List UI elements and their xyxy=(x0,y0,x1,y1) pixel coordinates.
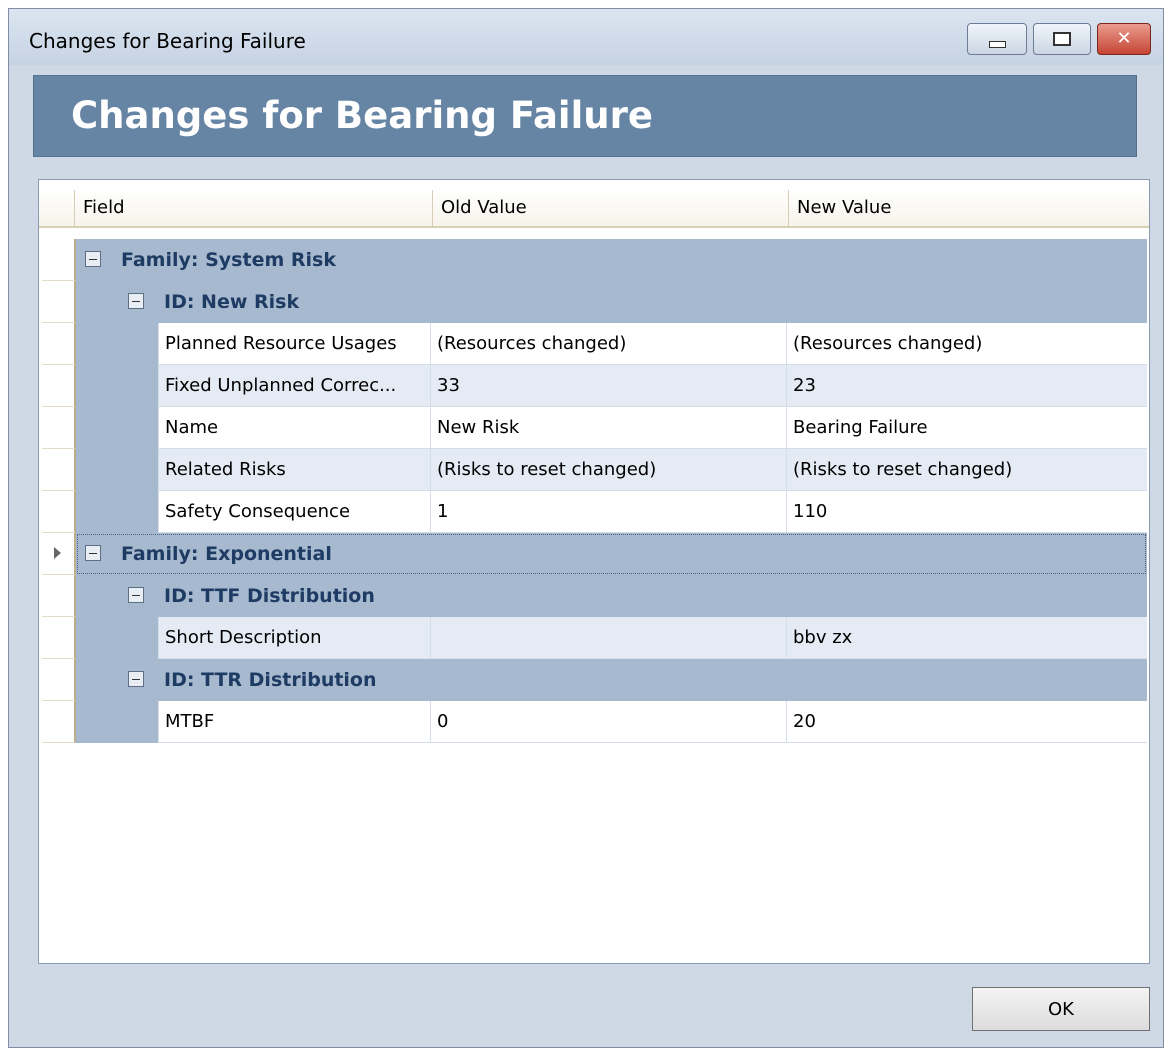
new-value-cell[interactable]: (Risks to reset changed) xyxy=(786,449,1147,491)
column-header-old-value[interactable]: Old Value xyxy=(432,190,788,226)
indent-band xyxy=(76,659,116,701)
new-value-cell[interactable]: (Resources changed) xyxy=(786,323,1147,365)
group-header[interactable]: ID: TTR Distribution xyxy=(116,659,1147,701)
collapse-icon[interactable] xyxy=(85,545,101,561)
new-value-cell[interactable]: 20 xyxy=(786,701,1147,743)
old-value-cell[interactable] xyxy=(430,617,786,659)
indent-band xyxy=(76,323,158,365)
maximize-button[interactable] xyxy=(1033,23,1091,55)
row-selector-header xyxy=(39,190,74,226)
changes-grid: Field Old Value New Value Family: System… xyxy=(38,179,1150,964)
group-label: ID: TTF Distribution xyxy=(164,585,375,607)
group-label: Family: System Risk xyxy=(121,249,336,271)
group-row-id[interactable]: ID: New Risk xyxy=(39,281,1147,323)
dialog-window: Changes for Bearing Failure ✕ Changes fo… xyxy=(8,8,1164,1048)
field-cell[interactable]: Fixed Unplanned Correc... xyxy=(158,365,430,407)
indent-band xyxy=(76,701,158,743)
table-row[interactable]: MTBF 0 20 xyxy=(39,701,1147,743)
row-selector[interactable] xyxy=(42,617,76,659)
row-selector[interactable] xyxy=(42,659,76,701)
minimize-button[interactable] xyxy=(967,23,1027,55)
indent-band xyxy=(76,281,116,323)
maximize-icon xyxy=(1053,32,1071,46)
indent-band xyxy=(76,575,116,617)
collapse-icon[interactable] xyxy=(85,251,101,267)
row-selector[interactable] xyxy=(42,239,76,281)
row-selector[interactable] xyxy=(42,407,76,449)
old-value-cell[interactable]: (Resources changed) xyxy=(430,323,786,365)
group-label: Family: Exponential xyxy=(121,543,332,565)
old-value-cell[interactable]: New Risk xyxy=(430,407,786,449)
group-header[interactable]: Family: System Risk xyxy=(76,239,1147,281)
column-header-new-value[interactable]: New Value xyxy=(788,190,1149,226)
current-row-arrow-icon xyxy=(54,547,61,559)
field-cell[interactable]: MTBF xyxy=(158,701,430,743)
new-value-cell[interactable]: Bearing Failure xyxy=(786,407,1147,449)
title-bar[interactable]: Changes for Bearing Failure ✕ xyxy=(9,9,1163,65)
collapse-icon[interactable] xyxy=(128,293,144,309)
table-row[interactable]: Name New Risk Bearing Failure xyxy=(39,407,1147,449)
old-value-cell[interactable]: 33 xyxy=(430,365,786,407)
column-header-field[interactable]: Field xyxy=(74,190,432,226)
collapse-icon[interactable] xyxy=(128,671,144,687)
field-cell[interactable]: Safety Consequence xyxy=(158,491,430,533)
group-label: ID: New Risk xyxy=(164,291,300,313)
row-selector[interactable] xyxy=(42,365,76,407)
ok-button[interactable]: OK xyxy=(972,987,1150,1031)
old-value-cell[interactable]: 1 xyxy=(430,491,786,533)
new-value-cell[interactable]: bbv zx xyxy=(786,617,1147,659)
table-row[interactable]: Fixed Unplanned Correc... 33 23 xyxy=(39,365,1147,407)
table-row[interactable]: Short Description bbv zx xyxy=(39,617,1147,659)
indent-band xyxy=(76,407,158,449)
group-row-id[interactable]: ID: TTF Distribution xyxy=(39,575,1147,617)
new-value-cell[interactable]: 23 xyxy=(786,365,1147,407)
row-selector[interactable] xyxy=(42,575,76,617)
collapse-icon[interactable] xyxy=(128,587,144,603)
group-header[interactable]: ID: New Risk xyxy=(116,281,1147,323)
header-banner: Changes for Bearing Failure xyxy=(33,75,1137,157)
column-header-row: Field Old Value New Value xyxy=(39,190,1149,228)
indent-band xyxy=(76,617,158,659)
row-selector[interactable] xyxy=(42,701,76,743)
table-row[interactable]: Planned Resource Usages (Resources chang… xyxy=(39,323,1147,365)
indent-band xyxy=(76,365,158,407)
group-row-family[interactable]: Family: Exponential xyxy=(39,533,1147,575)
group-row-family[interactable]: Family: System Risk xyxy=(39,239,1147,281)
group-header[interactable]: ID: TTF Distribution xyxy=(116,575,1147,617)
group-row-id[interactable]: ID: TTR Distribution xyxy=(39,659,1147,701)
field-cell[interactable]: Planned Resource Usages xyxy=(158,323,430,365)
row-selector[interactable] xyxy=(42,449,76,491)
close-icon: ✕ xyxy=(1116,28,1132,49)
row-selector[interactable] xyxy=(42,323,76,365)
old-value-cell[interactable]: (Risks to reset changed) xyxy=(430,449,786,491)
close-button[interactable]: ✕ xyxy=(1097,23,1151,55)
new-value-cell[interactable]: 110 xyxy=(786,491,1147,533)
field-cell[interactable]: Related Risks xyxy=(158,449,430,491)
row-selector[interactable] xyxy=(42,281,76,323)
old-value-cell[interactable]: 0 xyxy=(430,701,786,743)
field-cell[interactable]: Short Description xyxy=(158,617,430,659)
row-selector[interactable] xyxy=(42,533,76,575)
field-cell[interactable]: Name xyxy=(158,407,430,449)
group-header[interactable]: Family: Exponential xyxy=(76,533,1147,575)
row-selector[interactable] xyxy=(42,491,76,533)
indent-band xyxy=(76,449,158,491)
page-title: Changes for Bearing Failure xyxy=(71,94,653,137)
minimize-icon xyxy=(988,40,1006,48)
table-row[interactable]: Safety Consequence 1 110 xyxy=(39,491,1147,533)
group-label: ID: TTR Distribution xyxy=(164,669,377,691)
table-row[interactable]: Related Risks (Risks to reset changed) (… xyxy=(39,449,1147,491)
window-title: Changes for Bearing Failure xyxy=(29,29,306,53)
indent-band xyxy=(76,491,158,533)
